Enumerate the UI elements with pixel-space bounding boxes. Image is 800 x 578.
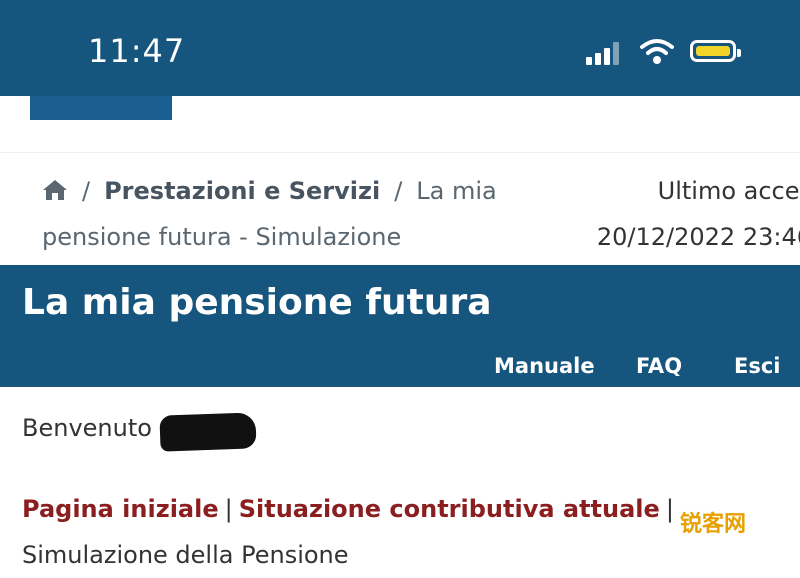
breadcrumb-current: La mia — [416, 177, 497, 205]
section-nav: Pagina iniziale | Situazione contributiva … — [22, 486, 782, 578]
welcome-text: Benvenuto — [22, 414, 152, 442]
nav-separator: | — [665, 495, 674, 523]
nav-simulation-link[interactable]: Simulazione della Pensione — [22, 541, 349, 569]
signal-icon — [586, 41, 624, 65]
redacted-username — [159, 412, 257, 452]
active-tab-indicator[interactable] — [30, 96, 172, 120]
last-access-label: Ultimo acces — [657, 177, 800, 205]
last-access: Ultimo acces 20/12/2022 23:46 — [572, 168, 800, 260]
esci-link[interactable]: Esci — [734, 354, 781, 378]
breadcrumb-separator: / — [82, 177, 91, 205]
home-icon[interactable] — [42, 178, 68, 202]
nav-separator: | — [224, 495, 233, 523]
faq-link[interactable]: FAQ — [636, 354, 682, 378]
nav-current-status-link[interactable]: Situazione contributiva attuale — [239, 495, 660, 523]
status-time: 11:47 — [88, 32, 186, 70]
breadcrumb-prestazioni-link[interactable]: Prestazioni e Servizi — [104, 177, 380, 205]
page-title: La mia pensione futura — [22, 282, 492, 323]
breadcrumb-separator: / — [394, 177, 403, 205]
status-bar: 11:47 — [0, 0, 800, 96]
manuale-link[interactable]: Manuale — [494, 354, 595, 378]
breadcrumb: / Prestazioni e Servizi / La mia pensione fu… — [42, 168, 512, 260]
battery-icon — [690, 40, 741, 62]
nav-home-link[interactable]: Pagina iniziale — [22, 495, 219, 523]
wifi-icon — [640, 39, 674, 64]
watermark: 锐客网 — [680, 512, 747, 537]
breadcrumb-current-cont: pensione futura - Simulazione — [42, 223, 402, 251]
last-access-value: 20/12/2022 23:46 — [596, 223, 800, 251]
